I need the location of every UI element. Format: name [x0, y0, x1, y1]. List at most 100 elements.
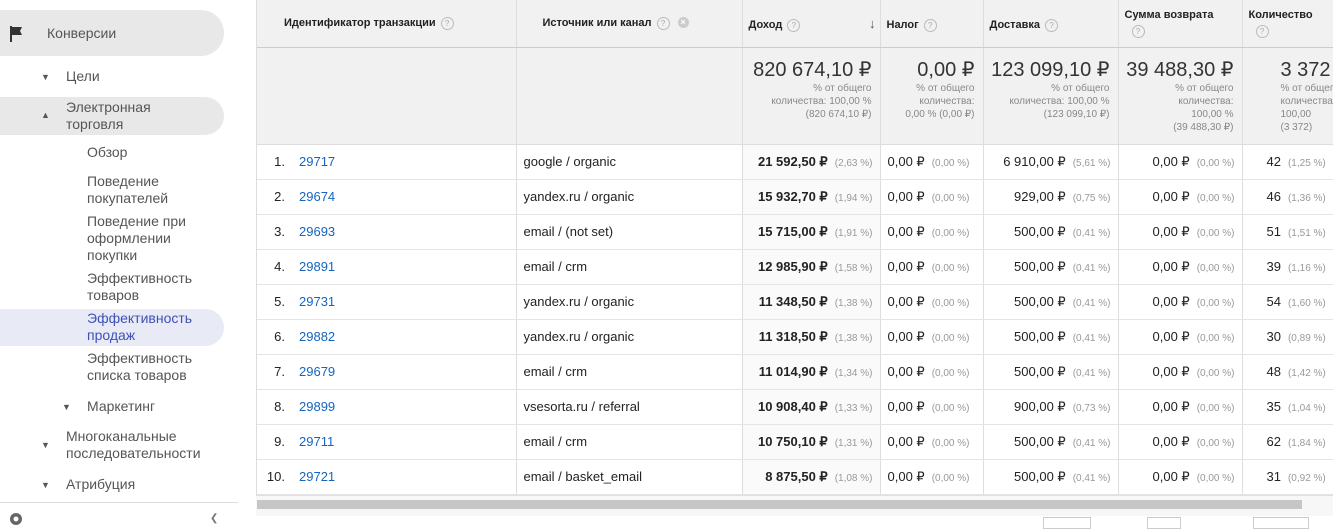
row-number: 1. [257, 144, 292, 179]
help-icon[interactable]: ? [787, 19, 800, 32]
cell-percent: (0,00 %) [1197, 298, 1235, 309]
chevron-icon[interactable]: ❮ [210, 513, 218, 524]
cell-percent: (1,25 %) [1288, 158, 1326, 169]
transaction-id-link[interactable]: 29717 [292, 144, 516, 179]
pagination-nav[interactable] [1253, 517, 1309, 529]
sidebar-item-overview[interactable]: Обзор [87, 144, 127, 161]
table-row: 6.29882yandex.ru / organic11 318,50 ₽(1,… [257, 319, 1333, 354]
quantity-cell: 46(1,36 %) [1242, 179, 1333, 214]
header-refund[interactable]: Сумма возврата? [1118, 0, 1242, 47]
shipping-cell: 500,00 ₽(0,41 %) [983, 354, 1118, 389]
transaction-id-link[interactable]: 29693 [292, 214, 516, 249]
cell-value: 0,00 ₽ [888, 399, 925, 414]
total-sub: (39 488,30 ₽) [1123, 121, 1234, 134]
cell-percent: (0,41 %) [1073, 473, 1111, 484]
transaction-id-link[interactable]: 29899 [292, 389, 516, 424]
transaction-id-link[interactable]: 29891 [292, 249, 516, 284]
source-medium: yandex.ru / organic [516, 179, 742, 214]
header-quantity[interactable]: Количество? [1242, 0, 1333, 47]
cell-percent: (1,58 %) [835, 263, 873, 274]
header-label: Доставка [990, 19, 1041, 31]
cell-value: 6 910,00 ₽ [1003, 154, 1066, 169]
refund-cell: 0,00 ₽(0,00 %) [1118, 249, 1242, 284]
header-revenue[interactable]: Доход?↓ [742, 0, 880, 47]
cell-value: 500,00 ₽ [1014, 434, 1066, 449]
refund-cell: 0,00 ₽(0,00 %) [1118, 389, 1242, 424]
help-icon[interactable]: ? [1132, 25, 1145, 38]
cell-percent: (0,41 %) [1073, 228, 1111, 239]
cell-value: 0,00 ₽ [888, 434, 925, 449]
refund-cell: 0,00 ₽(0,00 %) [1118, 179, 1242, 214]
sidebar-item-conversions[interactable]: Конверсии [0, 10, 224, 56]
caret-down-icon: ▼ [62, 402, 71, 412]
table-row: 8.29899vsesorta.ru / referral10 908,40 ₽… [257, 389, 1333, 424]
pagination-select[interactable] [1043, 517, 1091, 529]
cell-value: 15 932,70 ₽ [758, 189, 828, 204]
cell-value: 0,00 ₽ [1153, 224, 1190, 239]
help-icon[interactable]: ? [441, 17, 454, 30]
help-icon[interactable]: ? [657, 17, 670, 30]
header-label: Идентификатор транзакции [284, 17, 436, 29]
sidebar-item-label: Атрибуция [66, 476, 135, 493]
transaction-id-link[interactable]: 29674 [292, 179, 516, 214]
sort-down-icon[interactable]: ↓ [869, 16, 876, 31]
cell-value: 0,00 ₽ [888, 189, 925, 204]
help-icon[interactable]: ? [1256, 25, 1269, 38]
cell-value: 42 [1267, 154, 1281, 169]
quantity-cell: 54(1,60 %) [1242, 284, 1333, 319]
sidebar-item-checkout-behavior[interactable]: Поведение при оформлении покупки [87, 213, 207, 264]
cell-value: 900,00 ₽ [1014, 399, 1066, 414]
shipping-cell: 500,00 ₽(0,41 %) [983, 214, 1118, 249]
transaction-id-link[interactable]: 29731 [292, 284, 516, 319]
cell-percent: (0,41 %) [1073, 333, 1111, 344]
header-shipping[interactable]: Доставка? [983, 0, 1118, 47]
table-row: 7.29679email / crm11 014,90 ₽(1,34 %)0,0… [257, 354, 1333, 389]
transaction-id-link[interactable]: 29711 [292, 424, 516, 459]
cell-value: 51 [1267, 224, 1281, 239]
pagination-input[interactable] [1147, 517, 1181, 529]
source-medium: email / crm [516, 424, 742, 459]
cell-value: 11 318,50 ₽ [759, 329, 828, 344]
gear-icon[interactable] [8, 511, 24, 527]
transaction-id-link[interactable]: 29721 [292, 459, 516, 494]
header-label: Сумма возврата [1125, 9, 1214, 21]
cell-value: 0,00 ₽ [1153, 329, 1190, 344]
header-tax[interactable]: Налог? [880, 0, 983, 47]
total-sub: 100,00 [1281, 108, 1333, 121]
transaction-id-link[interactable]: 29679 [292, 354, 516, 389]
sidebar-item-product-list-performance[interactable]: Эффективность списка товаров [87, 350, 207, 384]
cell-percent: (0,00 %) [1197, 158, 1235, 169]
tax-cell: 0,00 ₽(0,00 %) [880, 459, 983, 494]
row-number: 2. [257, 179, 292, 214]
transaction-id-link[interactable]: 29882 [292, 319, 516, 354]
close-icon[interactable]: × [678, 17, 689, 28]
sidebar-item-label: Цели [66, 68, 100, 85]
header-source[interactable]: Источник или канал? × [516, 0, 742, 47]
horizontal-scrollbar-thumb[interactable] [257, 500, 1302, 509]
header-label: Источник или канал [543, 17, 652, 29]
cell-value: 0,00 ₽ [888, 364, 925, 379]
help-icon[interactable]: ? [924, 19, 937, 32]
cell-value: 929,00 ₽ [1014, 189, 1066, 204]
cell-percent: (1,91 %) [835, 228, 873, 239]
caret-down-icon: ▼ [41, 440, 50, 450]
help-icon[interactable]: ? [1045, 19, 1058, 32]
cell-percent: (0,00 %) [932, 473, 970, 484]
header-transaction-id[interactable]: Идентификатор транзакции? [257, 0, 516, 47]
cell-percent: (1,04 %) [1288, 403, 1326, 414]
cell-percent: (0,00 %) [932, 158, 970, 169]
source-medium: email / crm [516, 249, 742, 284]
sidebar-item-ecommerce[interactable]: ▲ Электронная торговля [0, 97, 224, 135]
cell-value: 11 014,90 ₽ [759, 364, 828, 379]
tax-cell: 0,00 ₽(0,00 %) [880, 179, 983, 214]
table-row: 5.29731yandex.ru / organic11 348,50 ₽(1,… [257, 284, 1333, 319]
total-value: 820 674,10 ₽ [747, 58, 872, 82]
sidebar-item-product-performance[interactable]: Эффективность товаров [87, 270, 207, 304]
quantity-cell: 48(1,42 %) [1242, 354, 1333, 389]
sidebar-item-shopping-behavior[interactable]: Поведение покупателей [87, 173, 207, 207]
cell-value: 48 [1267, 364, 1281, 379]
sidebar-item-sales-performance[interactable]: Эффективность продаж [0, 309, 224, 346]
revenue-cell: 11 348,50 ₽(1,38 %) [742, 284, 880, 319]
cell-percent: (0,00 %) [1197, 333, 1235, 344]
shipping-cell: 929,00 ₽(0,75 %) [983, 179, 1118, 214]
